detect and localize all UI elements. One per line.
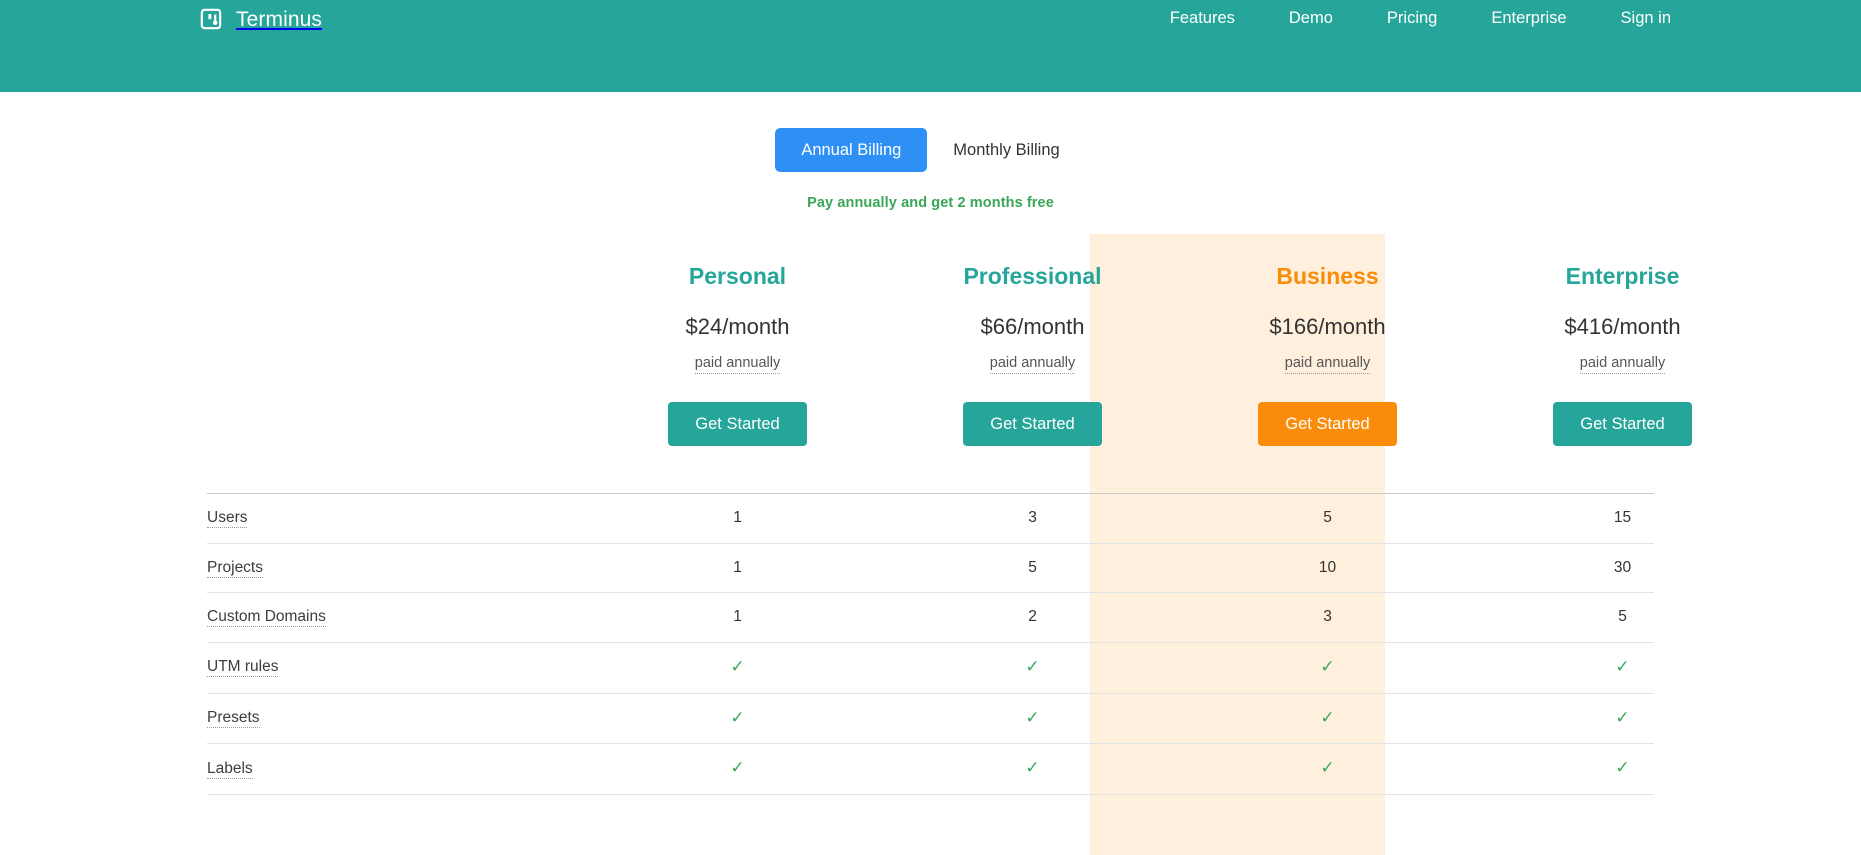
feature-name-label[interactable]: Projects xyxy=(207,559,263,578)
site-header: Terminus Features Demo Pricing Enterpris… xyxy=(0,0,1861,92)
feature-value-cell: 1 xyxy=(590,544,885,593)
feature-value-cell: ✓ xyxy=(1180,694,1475,744)
plan-billing-period[interactable]: paid annually xyxy=(990,355,1075,374)
get-started-button[interactable]: Get Started xyxy=(668,402,806,446)
plan-card-enterprise: Enterprise $416/month paid annually Get … xyxy=(1475,234,1770,472)
check-icon: ✓ xyxy=(1615,709,1629,726)
feature-value-cell: ✓ xyxy=(590,744,885,794)
feature-name-cell: UTM rules xyxy=(207,643,590,692)
plan-card-personal: Personal $24/month paid annually Get Sta… xyxy=(590,234,885,472)
feature-value-cell: ✓ xyxy=(590,643,885,693)
feature-value-cell: ✓ xyxy=(885,694,1180,744)
feature-value-cell: ✓ xyxy=(1180,643,1475,693)
billing-period-switch: Annual Billing Monthly Billing xyxy=(775,128,1085,172)
check-icon: ✓ xyxy=(1025,759,1039,776)
feature-name-label[interactable]: Labels xyxy=(207,760,253,779)
feature-value-cell: 5 xyxy=(1180,494,1475,543)
plan-name: Business xyxy=(1180,264,1475,289)
plan-price: $24/month xyxy=(590,315,885,339)
feature-value-cell: 5 xyxy=(885,544,1180,593)
feature-value-cell: ✓ xyxy=(885,643,1180,693)
feature-value-cell: ✓ xyxy=(1475,744,1770,794)
plan-name: Personal xyxy=(590,264,885,289)
brand-logo-link[interactable]: Terminus xyxy=(200,8,322,30)
nav-link-demo[interactable]: Demo xyxy=(1262,10,1360,27)
check-icon: ✓ xyxy=(1320,658,1334,675)
check-icon: ✓ xyxy=(1615,759,1629,776)
pricing-table: Personal $24/month paid annually Get Sta… xyxy=(0,234,1861,795)
table-row: UTM rules ✓ ✓ ✓ ✓ xyxy=(207,643,1654,694)
check-icon: ✓ xyxy=(1320,709,1334,726)
feature-value-cell: 1 xyxy=(590,494,885,543)
feature-value-cell: 2 xyxy=(885,593,1180,642)
check-icon: ✓ xyxy=(730,759,744,776)
plan-price: $166/month xyxy=(1180,315,1475,339)
nav-link-enterprise[interactable]: Enterprise xyxy=(1464,10,1593,27)
feature-name-label[interactable]: Presets xyxy=(207,709,260,728)
feature-value-cell: 3 xyxy=(1180,593,1475,642)
plan-billing-period[interactable]: paid annually xyxy=(1580,355,1665,374)
table-row: Custom Domains1235 xyxy=(207,593,1654,643)
feature-name-cell: Presets xyxy=(207,694,590,743)
check-icon: ✓ xyxy=(1025,658,1039,675)
check-icon: ✓ xyxy=(730,658,744,675)
feature-comparison-table: Users13515Projects151030Custom Domains12… xyxy=(207,493,1654,795)
feature-value-cell: 15 xyxy=(1475,494,1770,543)
feature-value-cell: 5 xyxy=(1475,593,1770,642)
billing-toggle-section: Annual Billing Monthly Billing Pay annua… xyxy=(0,128,1861,211)
plan-name: Enterprise xyxy=(1475,264,1770,289)
feature-value-cell: 10 xyxy=(1180,544,1475,593)
check-icon: ✓ xyxy=(1320,759,1334,776)
get-started-button[interactable]: Get Started xyxy=(963,402,1101,446)
nav-link-features[interactable]: Features xyxy=(1143,10,1262,27)
table-row: Projects151030 xyxy=(207,544,1654,594)
feature-name-cell: Labels xyxy=(207,745,590,794)
feature-value-cell: 3 xyxy=(885,494,1180,543)
feature-value-cell: 30 xyxy=(1475,544,1770,593)
billing-option-annual[interactable]: Annual Billing xyxy=(775,128,927,172)
get-started-button[interactable]: Get Started xyxy=(1553,402,1691,446)
check-icon: ✓ xyxy=(1615,658,1629,675)
table-row: Presets ✓ ✓ ✓ ✓ xyxy=(207,694,1654,745)
feature-value-cell: ✓ xyxy=(885,744,1180,794)
plan-row-spacer xyxy=(207,234,590,472)
plan-billing-period[interactable]: paid annually xyxy=(1285,355,1370,374)
nav-link-sign-in[interactable]: Sign in xyxy=(1594,10,1671,27)
get-started-button[interactable]: Get Started xyxy=(1258,402,1396,446)
plan-price: $66/month xyxy=(885,315,1180,339)
feature-name-cell: Projects xyxy=(207,544,590,593)
nav-link-pricing[interactable]: Pricing xyxy=(1360,10,1464,27)
table-row: Users13515 xyxy=(207,494,1654,544)
feature-value-cell: ✓ xyxy=(1475,694,1770,744)
check-icon: ✓ xyxy=(730,709,744,726)
plan-price: $416/month xyxy=(1475,315,1770,339)
plan-card-professional: Professional $66/month paid annually Get… xyxy=(885,234,1180,472)
feature-name-label[interactable]: Users xyxy=(207,509,247,528)
feature-value-cell: ✓ xyxy=(1475,643,1770,693)
table-row: Labels ✓ ✓ ✓ ✓ xyxy=(207,744,1654,795)
plan-name: Professional xyxy=(885,264,1180,289)
plan-card-business: Business $166/month paid annually Get St… xyxy=(1180,234,1475,472)
feature-value-cell: ✓ xyxy=(590,694,885,744)
feature-value-cell: 1 xyxy=(590,593,885,642)
feature-name-label[interactable]: Custom Domains xyxy=(207,608,326,627)
feature-name-cell: Custom Domains xyxy=(207,593,590,642)
brand-name: Terminus xyxy=(236,9,322,30)
feature-name-label[interactable]: UTM rules xyxy=(207,658,278,677)
feature-name-cell: Users xyxy=(207,494,590,543)
billing-option-monthly[interactable]: Monthly Billing xyxy=(927,128,1085,172)
feature-value-cell: ✓ xyxy=(1180,744,1475,794)
plan-header-row: Personal $24/month paid annually Get Sta… xyxy=(207,234,1654,472)
bookmark-square-icon xyxy=(200,8,222,30)
plan-billing-period[interactable]: paid annually xyxy=(695,355,780,374)
check-icon: ✓ xyxy=(1025,709,1039,726)
main-nav: Features Demo Pricing Enterprise Sign in xyxy=(1143,10,1671,27)
billing-savings-note: Pay annually and get 2 months free xyxy=(0,195,1861,211)
